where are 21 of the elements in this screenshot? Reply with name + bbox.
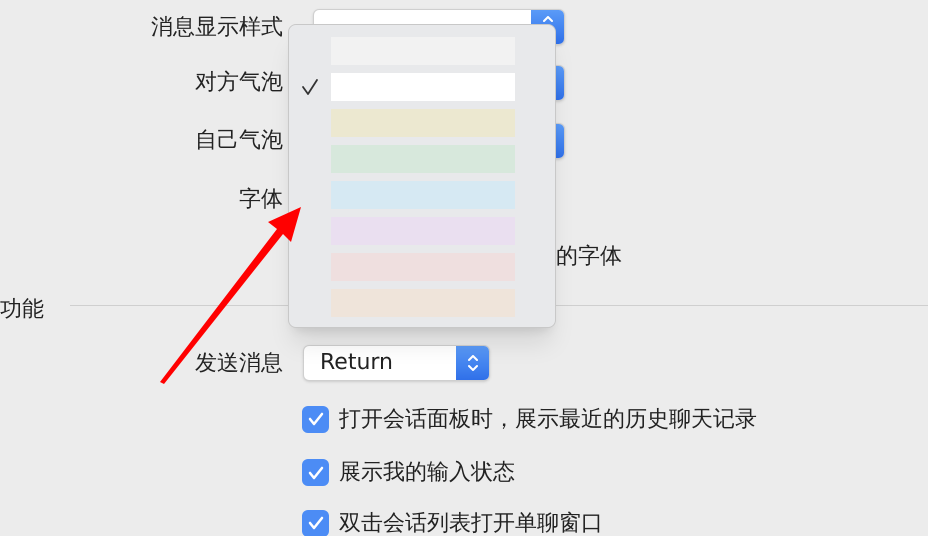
- section-title: 功能: [0, 296, 44, 324]
- chevron-up-icon: [542, 16, 552, 22]
- setting-label: 对方气泡: [195, 69, 283, 97]
- select-value: Return: [320, 350, 394, 375]
- color-option[interactable]: [331, 109, 515, 137]
- check-icon: [308, 516, 324, 530]
- setting-label: 发送消息: [195, 350, 283, 378]
- checkbox[interactable]: [302, 406, 329, 432]
- checkbox-label: 展示我的输入状态: [339, 459, 515, 487]
- checkbox-label: 双击会话列表打开单聊窗口: [339, 510, 603, 536]
- checkbox[interactable]: [302, 459, 329, 486]
- setting-label: 自己气泡: [195, 127, 283, 155]
- setting-label: 字体: [239, 186, 283, 214]
- check-icon: [308, 466, 324, 480]
- dropdown-select[interactable]: Return: [303, 345, 490, 381]
- setting-label: 消息显示样式: [151, 14, 283, 42]
- stepper-icon: [468, 355, 478, 371]
- check-icon: [308, 412, 324, 426]
- checkbox-label: 打开会话面板时，展示最近的历史聊天记录: [339, 406, 757, 434]
- checkbox[interactable]: [302, 510, 329, 536]
- setting-text: 的字体: [556, 243, 622, 271]
